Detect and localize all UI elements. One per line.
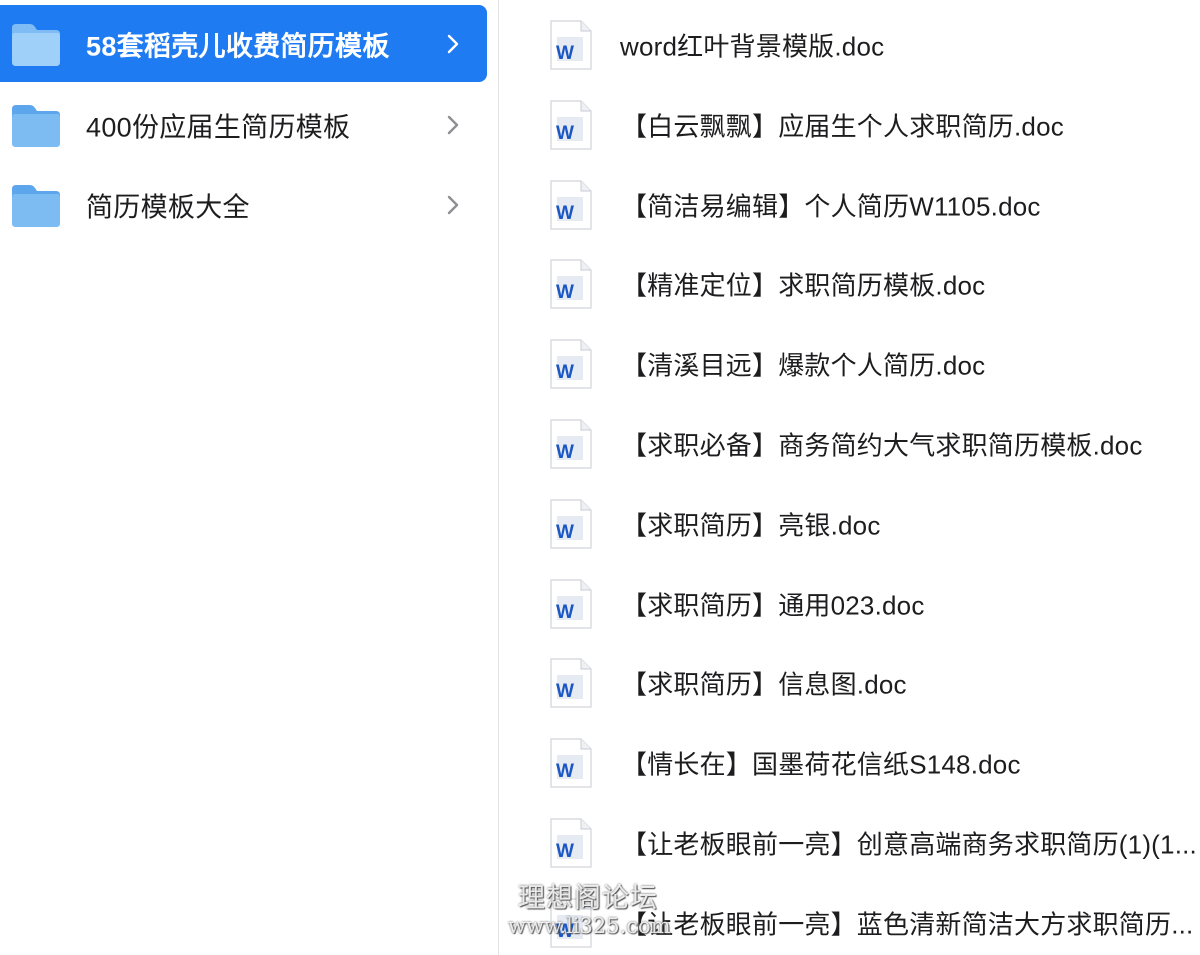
- file-row[interactable]: W 【让老板眼前一亮】创意高端商务求职简历(1)(1...: [499, 803, 1200, 883]
- word-doc-icon: W: [550, 259, 592, 309]
- svg-text:W: W: [556, 841, 574, 862]
- word-doc-icon: W: [550, 419, 592, 469]
- file-row[interactable]: W 【求职简历】通用023.doc: [499, 564, 1200, 644]
- file-name: 【求职简历】信息图.doc: [621, 669, 907, 700]
- folder-row-resume-collection[interactable]: 简历模板大全: [0, 166, 487, 243]
- word-doc-icon: W: [550, 818, 592, 868]
- finder-window: 58套稻壳儿收费简历模板 400份应届生简历模板 简历模板大全 W word红叶…: [0, 0, 1200, 955]
- svg-text:W: W: [556, 522, 574, 543]
- svg-text:W: W: [556, 442, 574, 463]
- folder-icon: [12, 23, 60, 66]
- file-row[interactable]: W 【白云飘飘】应届生个人求职简历.doc: [499, 85, 1200, 165]
- svg-text:W: W: [556, 43, 574, 64]
- file-name: 【简洁易编辑】个人简历W1105.doc: [621, 191, 1041, 222]
- word-doc-icon: W: [550, 658, 592, 708]
- word-doc-icon: W: [550, 179, 592, 230]
- folder-row-400-graduate[interactable]: 400份应届生简历模板: [0, 86, 487, 163]
- svg-text:W: W: [556, 362, 574, 383]
- file-name: 【让老板眼前一亮】创意高端商务求职简历(1)(1...: [621, 829, 1197, 860]
- word-doc-icon: W: [550, 20, 592, 70]
- folder-icon: [12, 104, 60, 147]
- file-name: word红叶背景模版.doc: [620, 31, 885, 62]
- svg-text:W: W: [556, 123, 574, 144]
- file-row[interactable]: W 【求职必备】商务简约大气求职简历模板.doc: [499, 404, 1200, 484]
- file-name: 【求职简历】通用023.doc: [621, 590, 925, 621]
- chevron-right-icon: [447, 195, 459, 214]
- chevron-right-icon: [447, 115, 459, 134]
- file-name: 【让老板眼前一亮】蓝色清新简洁大方求职简历...: [621, 909, 1194, 940]
- folder-label: 400份应届生简历模板: [86, 112, 351, 142]
- word-doc-icon: W: [550, 898, 592, 948]
- file-row[interactable]: Wword红叶背景模版.doc: [499, 5, 1200, 85]
- word-doc-icon: W: [550, 578, 592, 629]
- svg-text:W: W: [556, 282, 574, 303]
- file-name: 【白云飘飘】应届生个人求职简历.doc: [621, 111, 1064, 142]
- svg-text:W: W: [556, 761, 574, 782]
- svg-text:W: W: [556, 602, 574, 623]
- svg-text:W: W: [556, 681, 574, 702]
- folder-row-58-daoke[interactable]: 58套稻壳儿收费简历模板: [0, 5, 487, 82]
- svg-text:W: W: [556, 921, 574, 942]
- svg-text:W: W: [556, 203, 574, 224]
- file-name: 【求职必备】商务简约大气求职简历模板.doc: [621, 430, 1143, 461]
- word-doc-icon: W: [550, 339, 592, 389]
- file-row[interactable]: W 【情长在】国墨荷花信纸S148.doc: [499, 723, 1200, 803]
- file-name: 【求职简历】亮银.doc: [621, 510, 881, 541]
- word-doc-icon: W: [550, 738, 592, 788]
- file-name: 【情长在】国墨荷花信纸S148.doc: [621, 749, 1021, 780]
- word-doc-icon: W: [550, 499, 592, 549]
- folder-icon: [12, 184, 60, 227]
- file-row[interactable]: W 【求职简历】信息图.doc: [499, 643, 1200, 723]
- word-doc-icon: W: [550, 100, 592, 150]
- file-name: 【清溪目远】爆款个人简历.doc: [621, 350, 986, 381]
- file-row[interactable]: W 【简洁易编辑】个人简历W1105.doc: [499, 165, 1200, 245]
- file-row[interactable]: W 【让老板眼前一亮】蓝色清新简洁大方求职简历...: [499, 883, 1200, 955]
- folder-column: 58套稻壳儿收费简历模板 400份应届生简历模板 简历模板大全: [0, 0, 498, 955]
- file-row[interactable]: W 【精准定位】求职简历模板.doc: [499, 244, 1200, 324]
- folder-label: 简历模板大全: [86, 192, 250, 222]
- folder-label: 58套稻壳儿收费简历模板: [86, 31, 390, 61]
- file-row[interactable]: W 【求职简历】亮银.doc: [499, 484, 1200, 564]
- file-name: 【精准定位】求职简历模板.doc: [621, 270, 986, 301]
- file-row[interactable]: W 【清溪目远】爆款个人简历.doc: [499, 324, 1200, 404]
- chevron-right-icon: [447, 34, 459, 53]
- file-column: Wword红叶背景模版.doc W 【白云飘飘】应届生个人求职简历.doc W 【简洁易…: [499, 0, 1200, 955]
